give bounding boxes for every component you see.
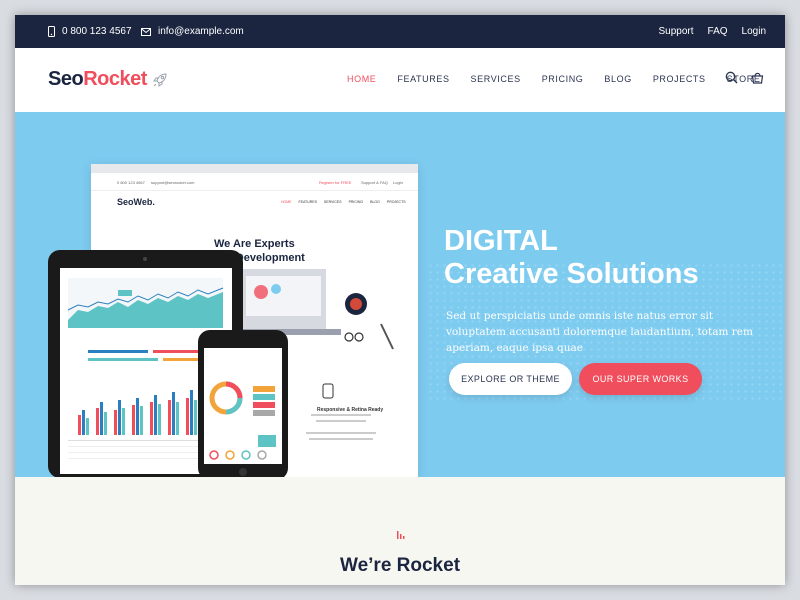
phone-contact[interactable]: 0 800 123 4567: [48, 26, 132, 37]
nav-pricing[interactable]: PRICING: [542, 74, 584, 84]
search-icon[interactable]: [725, 71, 738, 84]
hero-section: 0 800 123 4567 support@seorocket.com Reg…: [15, 112, 785, 480]
bar-chart-icon: [397, 531, 405, 539]
header-icons: [725, 71, 764, 84]
section-title: We’re Rocket: [339, 555, 461, 576]
mail-icon: [141, 27, 151, 36]
pen: [380, 323, 394, 350]
mock-nav-item: FEATURES: [298, 200, 317, 204]
mock-support: Support & FAQ: [361, 180, 388, 185]
rocket-icon: [152, 72, 167, 87]
about-section: We’re Rocket: [15, 477, 785, 585]
mobile-feature-icon: [322, 383, 334, 399]
mock-heading-1: We Are Experts: [214, 238, 295, 250]
mock-feature-title: Responsive & Retina Ready: [317, 407, 384, 413]
top-bar: 0 800 123 4567 info@example.com Support …: [15, 15, 785, 48]
nav-home[interactable]: HOME: [347, 74, 376, 84]
nav-services[interactable]: SERVICES: [471, 74, 521, 84]
mock-nav-item: PROJECTS: [386, 200, 406, 204]
email-contact[interactable]: info@example.com: [141, 26, 244, 37]
our-works-button[interactable]: OUR SUPER WORKS: [579, 363, 702, 395]
faq-link[interactable]: FAQ: [708, 26, 728, 37]
mock-browser-bar: [91, 164, 418, 173]
support-link[interactable]: Support: [658, 26, 693, 37]
hero-description: Sed ut perspiciatis unde omnis iste natu…: [446, 310, 753, 354]
email-address: info@example.com: [158, 26, 244, 37]
explore-theme-button[interactable]: EXPLORE OR THEME: [449, 363, 572, 395]
mock-nav-item: HOME: [281, 200, 292, 204]
logo-text-seo: Seo: [48, 68, 84, 90]
mock-email: support@seorocket.com: [151, 180, 195, 185]
hero-title-line1: DIGITAL: [444, 225, 558, 257]
mock-top-bar: 0 800 123 4567 support@seorocket.com Reg…: [91, 173, 418, 191]
login-link[interactable]: Login: [742, 26, 766, 37]
phone-mockup: [198, 330, 288, 480]
main-header: Seo Rocket HOME FEATURES SERVICES PRICING…: [15, 48, 785, 112]
phone-number: 0 800 123 4567: [62, 26, 132, 37]
nav-projects[interactable]: PROJECTS: [653, 74, 706, 84]
mock-nav: HOME FEATURES SERVICES PRICING BLOG PROJ…: [281, 200, 406, 204]
hero-title-line2: Creative Solutions: [444, 258, 699, 290]
mock-nav-item: SERVICES: [323, 200, 342, 204]
nav-blog[interactable]: BLOG: [604, 74, 631, 84]
cart-icon[interactable]: [751, 71, 764, 84]
main-nav: HOME FEATURES SERVICES PRICING BLOG PROJ…: [347, 74, 760, 84]
mock-nav-item: PRICING: [348, 200, 364, 204]
mock-login: Login: [393, 180, 403, 185]
phone-icon: [48, 26, 55, 37]
browser-frame: 0 800 123 4567 info@example.com Support …: [15, 15, 785, 585]
nav-features[interactable]: FEATURES: [397, 74, 449, 84]
site-logo[interactable]: Seo Rocket: [48, 68, 168, 91]
mock-nav-item: BLOG: [370, 200, 380, 204]
mock-phone: 0 800 123 4567: [117, 180, 145, 185]
mock-logo: SeoWeb.: [117, 197, 155, 207]
mock-register: Register for FREE: [319, 180, 352, 185]
top-links: Support FAQ Login: [658, 26, 766, 37]
glasses: [344, 332, 354, 342]
logo-text-rocket: Rocket: [83, 68, 147, 90]
